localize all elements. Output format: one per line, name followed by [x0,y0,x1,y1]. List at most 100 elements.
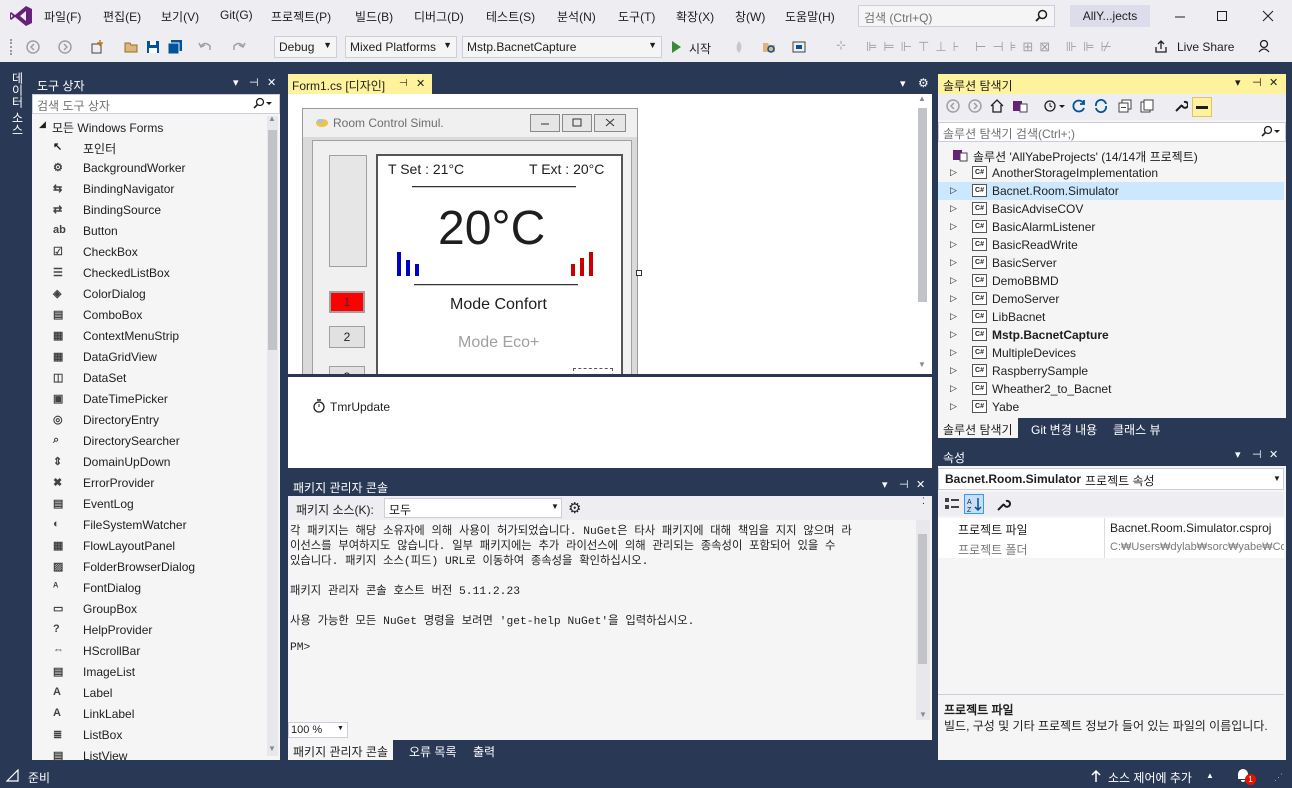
gear-icon[interactable]: ⚙ [918,76,929,90]
project-item[interactable]: ▷ C# BasicServer [938,254,1284,272]
window-position-icon[interactable]: ▾ [233,76,239,89]
menu-file[interactable]: 파일(F) [44,8,81,25]
console-output[interactable]: 각 패키지는 해당 소유자에 의해 사용이 허가되었습니다. NuGet은 타사… [288,520,916,720]
home-icon[interactable] [990,99,1004,113]
project-item[interactable]: ▷ C# Wheather2_to_Bacnet [938,380,1284,398]
expand-arrow-icon[interactable]: ▷ [950,329,957,340]
menu-edit[interactable]: 편집(E) [103,8,141,25]
visual-studio-logo-icon[interactable] [9,5,33,27]
window-position-icon[interactable]: ▾ [1235,76,1241,89]
toolbox-item[interactable]: ⇔ HScrollBar [32,641,280,662]
menu-window[interactable]: 창(W) [735,8,765,25]
startup-project-select[interactable]: Mstp.BacnetCapture ▼ [462,36,662,58]
mode-button-2[interactable]: 2 [329,326,365,348]
expand-arrow-icon[interactable]: ▷ [950,257,957,268]
tab-dropdown-icon[interactable]: ▾ [900,77,906,90]
menu-extensions[interactable]: 확장(X) [676,8,714,25]
data-sources-tab[interactable]: 데이터 소스 [6,72,26,142]
switch-views-icon[interactable] [1012,99,1028,113]
undo-icon[interactable] [198,40,212,54]
toolbox-item[interactable]: ◐ FileSystemWatcher [32,515,280,536]
expand-arrow-icon[interactable]: ▷ [950,167,957,178]
browser-link-icon[interactable] [792,40,806,54]
new-project-icon[interactable] [90,40,104,54]
expand-arrow-icon[interactable]: ▷ [950,293,957,304]
menu-view[interactable]: 보기(V) [161,8,199,25]
properties-object-select[interactable]: Bacnet.Room.Simulator 프로젝트 속성 ▼ [938,468,1284,490]
save-icon[interactable] [146,40,160,54]
project-item[interactable]: ▷ C# RaspberrySample [938,362,1284,380]
navigate-back-icon[interactable] [26,40,40,54]
mode-button-1[interactable]: 1 [329,291,365,313]
solution-root[interactable]: 솔루션 'AllYabeProjects' (14/14개 프로젝트) [938,146,1284,164]
menu-debug[interactable]: 디버그(D) [414,8,464,25]
toolbox-scrollbar[interactable]: ▲ ▼ [267,114,278,756]
tab-error-list[interactable]: 오류 목록 [404,740,462,760]
close-panel-icon[interactable]: ✕ [1269,448,1278,461]
toolbox-item[interactable]: ⌕ DirectorySearcher [32,431,280,452]
feedback-icon[interactable] [1258,39,1272,53]
pending-changes-filter-icon[interactable] [1044,99,1066,113]
tab-pin-icon[interactable]: ⊣ [399,78,408,89]
expand-arrow-icon[interactable]: ▷ [950,239,957,250]
pin-icon[interactable]: ⊣ [899,478,909,491]
project-item[interactable]: ▷ C# Mstp.BacnetCapture [938,326,1284,344]
project-item[interactable]: ▷ C# MultipleDevices [938,344,1284,362]
save-all-icon[interactable] [168,40,182,54]
close-panel-icon[interactable]: ✕ [916,478,925,491]
scroll-up-icon[interactable]: ▲ [268,114,276,123]
expand-arrow-icon[interactable]: ▷ [950,347,957,358]
pin-icon[interactable]: ⊣ [1252,76,1262,89]
show-all-files-icon[interactable] [1140,99,1154,113]
toolbox-item[interactable]: ✖ ErrorProvider [32,473,280,494]
tab-close-icon[interactable]: ✕ [416,77,425,90]
project-item[interactable]: ▷ C# DemoBBMD [938,272,1284,290]
menu-tools[interactable]: 도구(T) [618,8,655,25]
mode-button-3[interactable]: 3 [329,366,365,374]
toolbox-item[interactable]: ▭ GroupBox [32,599,280,620]
expand-arrow-icon[interactable]: ▷ [950,365,957,376]
project-item[interactable]: ▷ C# Yabe [938,398,1284,416]
toolbox-item[interactable]: A Label [32,683,280,704]
menu-build[interactable]: 빌드(B) [355,8,393,25]
open-folder-icon[interactable] [124,40,138,54]
form-window[interactable]: Room Control Simul. 1 2 3 T Set : 21°C T… [302,108,638,374]
solution-search-input[interactable]: 솔루션 탐색기 검색(Ctrl+;) [938,122,1286,142]
menu-analyze[interactable]: 분석(N) [557,8,596,25]
property-row-project-folder[interactable]: 프로젝트 폴더 C:₩Users₩dylab₩sorc₩yabe₩Co [938,538,1284,558]
sync-icon[interactable] [1072,99,1086,113]
tab-package-manager-console[interactable]: 패키지 관리자 콘솔 [288,740,393,760]
pin-icon[interactable]: ⊣ [1252,448,1262,461]
tab-form1-design[interactable]: Form1.cs [디자인] ⊣ ✕ [288,74,432,94]
expand-arrow-icon[interactable]: ▷ [950,203,957,214]
menu-help[interactable]: 도움말(H) [785,8,835,25]
toolbox-item[interactable]: ▤ ImageList [32,662,280,683]
toolbox-item[interactable]: ≣ ListBox [32,725,280,746]
toolbox-item[interactable]: ▦ ContextMenuStrip [32,326,280,347]
tab-output[interactable]: 출력 [468,740,500,760]
navigate-forward-icon[interactable] [58,40,72,54]
toolbox-item[interactable]: ▤ ComboBox [32,305,280,326]
layout-grid-icon[interactable]: ⊹ [836,38,850,52]
toolbar-overflow-icon[interactable]: ⁚ [922,496,925,507]
refresh-icon[interactable] [1094,99,1108,113]
close-panel-icon[interactable]: ✕ [1269,76,1278,89]
menu-project[interactable]: 프로젝트(P) [271,8,331,25]
project-item[interactable]: ▷ C# BasicAlarmListener [938,218,1284,236]
forward-icon[interactable] [968,99,982,113]
window-position-icon[interactable]: ▾ [1235,448,1241,461]
zoom-select[interactable]: 100 % ▼ [288,722,348,738]
solution-name-badge[interactable]: AllY...jects [1070,5,1150,27]
toolbox-item[interactable]: ☰ CheckedListBox [32,263,280,284]
project-item[interactable]: ▷ C# BasicAdviseCOV [938,200,1284,218]
tab-git-changes[interactable]: Git 변경 내용 [1026,418,1102,438]
resize-handle[interactable] [636,270,642,276]
toolbox-item[interactable]: ▨ FolderBrowserDialog [32,557,280,578]
alphabetical-icon[interactable]: AZ [964,494,984,514]
toolbox-item[interactable]: ⚙ BackgroundWorker [32,158,280,179]
collapse-all-icon[interactable] [1118,99,1132,113]
toolbox-item[interactable]: ⇆ BindingNavigator [32,179,280,200]
project-item[interactable]: ▷ C# BasicReadWrite [938,236,1284,254]
scrollbar-thumb[interactable] [918,534,927,664]
toolbox-item[interactable]: ◫ DataSet [32,368,280,389]
